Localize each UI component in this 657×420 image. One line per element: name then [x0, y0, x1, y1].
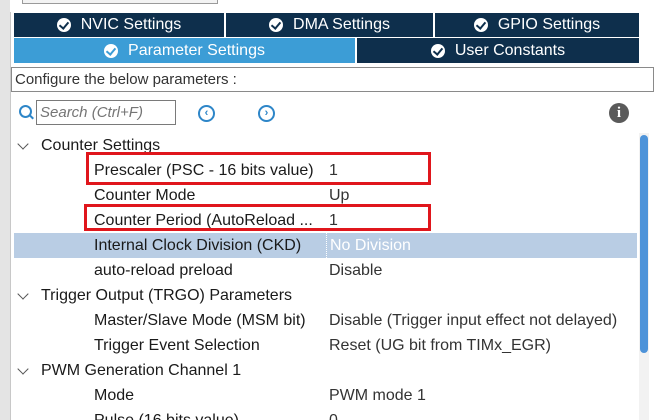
- param-name: Master/Slave Mode (MSM bit): [94, 312, 306, 329]
- highlight-box-prescaler: [86, 152, 431, 185]
- check-circle-icon: [430, 43, 445, 58]
- param-value[interactable]: No Division: [326, 233, 411, 258]
- search-icon[interactable]: [19, 105, 32, 118]
- check-circle-icon: [56, 18, 71, 32]
- tab-dma-settings[interactable]: DMA Settings: [226, 13, 433, 37]
- param-value[interactable]: PWM mode 1: [329, 383, 426, 408]
- param-value[interactable]: Disable: [329, 258, 382, 283]
- tab-gpio-settings[interactable]: GPIO Settings: [435, 13, 639, 37]
- previous-match-button[interactable]: ‹: [198, 105, 215, 122]
- top-strip: [10, 0, 657, 12]
- param-row-mode[interactable]: Mode PWM mode 1: [14, 383, 637, 408]
- check-circle-icon: [473, 18, 488, 32]
- tab-label: NVIC Settings: [80, 16, 182, 33]
- highlight-box-counter-period: [84, 204, 431, 231]
- group-pwm-generation-channel-1[interactable]: PWM Generation Channel 1: [14, 358, 637, 383]
- group-trigger-output[interactable]: Trigger Output (TRGO) Parameters: [14, 283, 637, 308]
- param-name: auto-reload preload: [94, 262, 233, 279]
- param-value[interactable]: Disable (Trigger input effect not delaye…: [329, 308, 617, 333]
- param-row-trigger-event-selection[interactable]: Trigger Event Selection Reset (UG bit fr…: [14, 333, 637, 358]
- vertical-scrollbar[interactable]: [639, 133, 649, 420]
- group-label: PWM Generation Channel 1: [41, 362, 242, 379]
- scrollbar-thumb[interactable]: [640, 135, 648, 353]
- left-gutter: [0, 0, 11, 420]
- check-circle-icon: [269, 18, 284, 32]
- next-match-button[interactable]: ›: [258, 105, 275, 122]
- param-name: Pulse (16 bits value): [94, 408, 239, 420]
- param-value[interactable]: 0: [329, 408, 338, 420]
- group-label: Trigger Output (TRGO) Parameters: [41, 287, 293, 304]
- param-row-master-slave-mode[interactable]: Master/Slave Mode (MSM bit) Disable (Tri…: [14, 308, 637, 333]
- tab-nvic-settings[interactable]: NVIC Settings: [14, 13, 224, 37]
- search-input[interactable]: [36, 100, 176, 125]
- param-name: Internal Clock Division (CKD): [94, 237, 302, 254]
- param-row-auto-reload-preload[interactable]: auto-reload preload Disable: [14, 258, 637, 283]
- param-name: Mode: [94, 387, 135, 404]
- tab-user-constants[interactable]: User Constants: [357, 38, 639, 63]
- chevron-down-icon[interactable]: [17, 288, 29, 300]
- chevron-down-icon[interactable]: [17, 138, 29, 150]
- info-icon[interactable]: i: [609, 103, 629, 123]
- description-label: Configure the below parameters :: [11, 67, 654, 92]
- tab-label: GPIO Settings: [497, 16, 601, 33]
- param-row-clock-division[interactable]: Internal Clock Division (CKD) No Divisio…: [14, 233, 637, 258]
- param-value[interactable]: Reset (UG bit from TIMx_EGR): [329, 333, 551, 358]
- tab-parameter-settings[interactable]: Parameter Settings: [14, 38, 355, 63]
- upper-tab-stub: [22, 0, 218, 4]
- tab-label: User Constants: [454, 41, 566, 59]
- tab-label: Parameter Settings: [128, 41, 265, 59]
- chevron-down-icon[interactable]: [17, 363, 29, 375]
- tab-label: DMA Settings: [293, 16, 390, 33]
- check-circle-icon: [104, 43, 119, 58]
- param-row-pulse[interactable]: Pulse (16 bits value) 0: [14, 408, 637, 420]
- param-name: Trigger Event Selection: [94, 337, 260, 354]
